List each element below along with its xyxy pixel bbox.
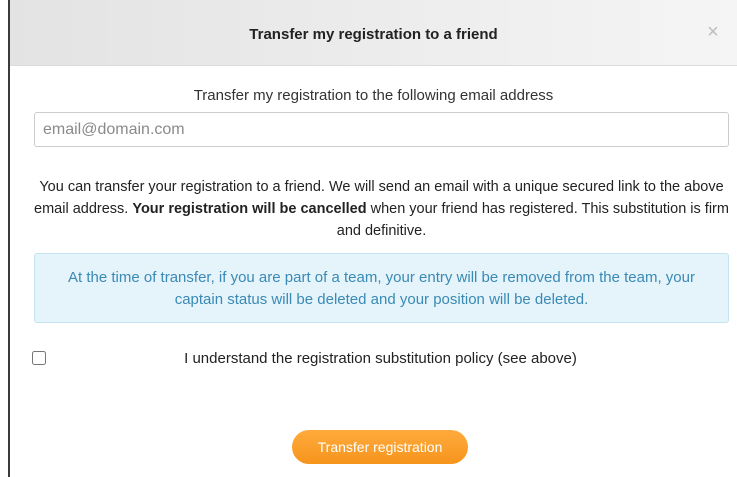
close-icon[interactable]: ×	[703, 22, 723, 42]
alert-text: At the time of transfer, if you are part…	[68, 269, 695, 308]
modal-header: Transfer my registration to a friend ×	[10, 0, 737, 66]
agreement-row: I understand the registration substituti…	[32, 348, 729, 370]
email-field-label: Transfer my registration to the followin…	[193, 87, 554, 104]
transfer-description: You can transfer your registration to a …	[34, 176, 729, 242]
email-input[interactable]	[34, 112, 729, 147]
agreement-label[interactable]: I understand the registration substituti…	[32, 350, 729, 367]
page: Transfer my registration to a friend × T…	[0, 0, 737, 477]
description-bold-warning: Your registration will be cancelled	[132, 201, 367, 217]
team-info-alert: At the time of transfer, if you are part…	[34, 253, 729, 323]
description-text-2: when your friend has registered. This su…	[336, 201, 729, 239]
transfer-registration-button[interactable]: Transfer registration	[292, 430, 468, 464]
transfer-registration-modal: Transfer my registration to a friend × T…	[10, 0, 737, 477]
modal-title: Transfer my registration to a friend	[249, 26, 498, 43]
